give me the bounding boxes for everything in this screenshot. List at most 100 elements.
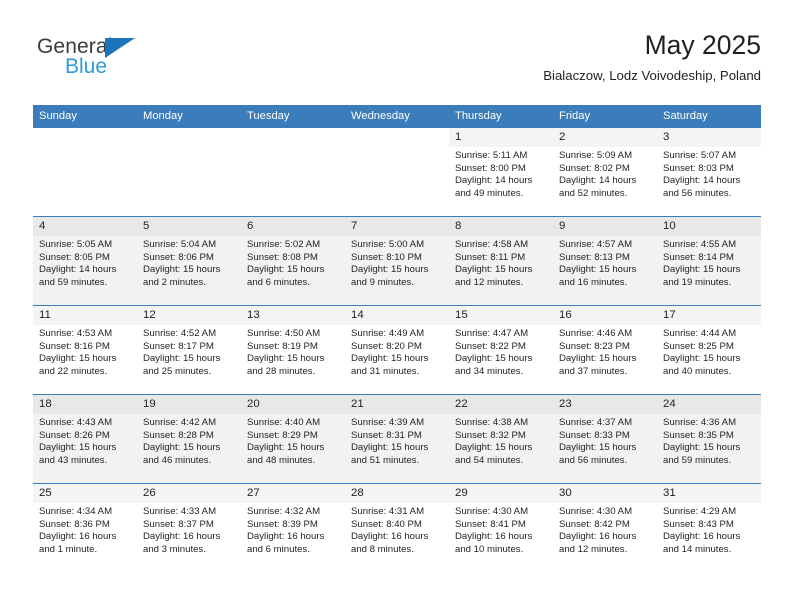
calendar-day-cell[interactable]: 2 Sunrise: 5:09 AM Sunset: 8:02 PM Daylight… xyxy=(553,128,657,216)
calendar-day-cell[interactable]: 26 Sunrise: 4:33 AM Sunset: 8:37 PM Dayligh… xyxy=(137,484,241,572)
day-sun-info xyxy=(345,147,449,150)
day-number: 19 xyxy=(137,395,241,414)
daylight-text: Daylight: 15 hours xyxy=(351,442,429,454)
sunrise-text: Sunrise: 5:00 AM xyxy=(351,239,425,250)
calendar-day-cell[interactable]: 16 Sunrise: 4:46 AM Sunset: 8:23 PM Dayligh… xyxy=(553,306,657,394)
sunrise-text: Sunrise: 4:39 AM xyxy=(351,417,425,428)
weekday-header-friday: Friday xyxy=(559,110,591,122)
day-number: 26 xyxy=(137,484,241,503)
sunrise-text: Sunrise: 4:44 AM xyxy=(663,328,737,339)
calendar-day-cell[interactable]: 7 Sunrise: 5:00 AM Sunset: 8:10 PM Daylight… xyxy=(345,217,449,305)
calendar-day-cell[interactable]: 31 Sunrise: 4:29 AM Sunset: 8:43 PM Dayligh… xyxy=(657,484,761,572)
day-sun-info: Sunrise: 4:34 AM Sunset: 8:36 PM Daylight:… xyxy=(33,503,137,556)
daylight-text: and 56 minutes. xyxy=(559,454,628,466)
calendar-day-cell[interactable]: 13 Sunrise: 4:50 AM Sunset: 8:19 PM Dayligh… xyxy=(241,306,345,394)
day-number: 21 xyxy=(345,395,449,414)
day-number: 18 xyxy=(33,395,137,414)
day-sun-info: Sunrise: 5:05 AM Sunset: 8:05 PM Daylight:… xyxy=(33,236,137,289)
daylight-text: Daylight: 15 hours xyxy=(143,264,221,276)
page-header: General Blue May 2025 Bialaczow, Lodz Vo… xyxy=(33,28,761,96)
day-sun-info: Sunrise: 4:46 AM Sunset: 8:23 PM Daylight:… xyxy=(553,325,657,378)
weeks-container: 1 Sunrise: 5:11 AM Sunset: 8:00 PM Daylight… xyxy=(33,127,761,572)
daylight-text: Daylight: 14 hours xyxy=(559,175,637,187)
sunset-text: Sunset: 8:40 PM xyxy=(351,518,422,530)
calendar-day-cell[interactable]: 20 Sunrise: 4:40 AM Sunset: 8:29 PM Dayligh… xyxy=(241,395,345,483)
day-number: 11 xyxy=(33,306,137,325)
calendar-day-cell[interactable]: 18 Sunrise: 4:43 AM Sunset: 8:26 PM Dayligh… xyxy=(33,395,137,483)
calendar-week-row: 1 Sunrise: 5:11 AM Sunset: 8:00 PM Daylight… xyxy=(33,127,761,216)
calendar-day-cell[interactable]: 12 Sunrise: 4:52 AM Sunset: 8:17 PM Dayligh… xyxy=(137,306,241,394)
calendar-day-cell[interactable]: 27 Sunrise: 4:32 AM Sunset: 8:39 PM Dayligh… xyxy=(241,484,345,572)
daylight-text: Daylight: 15 hours xyxy=(39,442,117,454)
sunset-text: Sunset: 8:02 PM xyxy=(559,162,630,174)
sunrise-text: Sunrise: 4:34 AM xyxy=(39,506,113,517)
day-number: 20 xyxy=(241,395,345,414)
sunrise-text: Sunrise: 5:07 AM xyxy=(663,150,737,161)
sunrise-text: Sunrise: 4:50 AM xyxy=(247,328,321,339)
calendar-week-row: 11 Sunrise: 4:53 AM Sunset: 8:16 PM Dayligh… xyxy=(33,305,761,394)
calendar-day-cell[interactable]: 17 Sunrise: 4:44 AM Sunset: 8:25 PM Dayligh… xyxy=(657,306,761,394)
daylight-text: and 12 minutes. xyxy=(455,276,524,288)
calendar-day-cell[interactable]: 22 Sunrise: 4:38 AM Sunset: 8:32 PM Dayligh… xyxy=(449,395,553,483)
daylight-text: and 16 minutes. xyxy=(559,276,628,288)
calendar-day-cell[interactable]: 9 Sunrise: 4:57 AM Sunset: 8:13 PM Daylight… xyxy=(553,217,657,305)
daylight-text: Daylight: 15 hours xyxy=(559,264,637,276)
day-number: 9 xyxy=(553,217,657,236)
calendar-day-cell[interactable]: 24 Sunrise: 4:36 AM Sunset: 8:35 PM Dayligh… xyxy=(657,395,761,483)
weekday-header-row: Sunday Monday Tuesday Wednesday Thursday Frid… xyxy=(33,105,761,127)
sunset-text: Sunset: 8:13 PM xyxy=(559,251,630,263)
sunset-text: Sunset: 8:26 PM xyxy=(39,429,110,441)
sunset-text: Sunset: 8:37 PM xyxy=(143,518,214,530)
daylight-text: and 3 minutes. xyxy=(143,543,206,555)
weekday-header-monday: Monday xyxy=(143,110,183,122)
generalblue-logo[interactable]: General Blue xyxy=(37,36,167,88)
calendar-day-cell[interactable]: 30 Sunrise: 4:30 AM Sunset: 8:42 PM Dayligh… xyxy=(553,484,657,572)
daylight-text: Daylight: 16 hours xyxy=(39,531,117,543)
sunrise-text: Sunrise: 4:38 AM xyxy=(455,417,529,428)
calendar-day-cell[interactable]: 5 Sunrise: 5:04 AM Sunset: 8:06 PM Daylight… xyxy=(137,217,241,305)
calendar-day-cell[interactable]: 6 Sunrise: 5:02 AM Sunset: 8:08 PM Daylight… xyxy=(241,217,345,305)
calendar-day-cell[interactable]: 29 Sunrise: 4:30 AM Sunset: 8:41 PM Dayligh… xyxy=(449,484,553,572)
calendar-day-cell[interactable]: 25 Sunrise: 4:34 AM Sunset: 8:36 PM Dayligh… xyxy=(33,484,137,572)
sunrise-text: Sunrise: 5:11 AM xyxy=(455,150,528,161)
daylight-text: and 1 minute. xyxy=(39,543,98,555)
calendar-day-cell[interactable]: 10 Sunrise: 4:55 AM Sunset: 8:14 PM Dayligh… xyxy=(657,217,761,305)
day-sun-info: Sunrise: 4:30 AM Sunset: 8:41 PM Daylight:… xyxy=(449,503,553,556)
calendar-day-cell[interactable]: 21 Sunrise: 4:39 AM Sunset: 8:31 PM Dayligh… xyxy=(345,395,449,483)
sunset-text: Sunset: 8:35 PM xyxy=(663,429,734,441)
calendar-day-cell[interactable]: 15 Sunrise: 4:47 AM Sunset: 8:22 PM Dayligh… xyxy=(449,306,553,394)
daylight-text: Daylight: 15 hours xyxy=(247,442,325,454)
daylight-text: Daylight: 15 hours xyxy=(663,353,741,365)
day-number: 7 xyxy=(345,217,449,236)
day-sun-info: Sunrise: 4:50 AM Sunset: 8:19 PM Daylight:… xyxy=(241,325,345,378)
daylight-text: Daylight: 14 hours xyxy=(663,175,741,187)
calendar-week-row: 18 Sunrise: 4:43 AM Sunset: 8:26 PM Dayligh… xyxy=(33,394,761,483)
day-sun-info: Sunrise: 4:52 AM Sunset: 8:17 PM Daylight:… xyxy=(137,325,241,378)
calendar-day-cell[interactable]: 1 Sunrise: 5:11 AM Sunset: 8:00 PM Daylight… xyxy=(449,128,553,216)
calendar-day-cell[interactable]: 14 Sunrise: 4:49 AM Sunset: 8:20 PM Dayligh… xyxy=(345,306,449,394)
calendar-day-cell[interactable]: 11 Sunrise: 4:53 AM Sunset: 8:16 PM Dayligh… xyxy=(33,306,137,394)
calendar-day-cell[interactable]: 8 Sunrise: 4:58 AM Sunset: 8:11 PM Daylight… xyxy=(449,217,553,305)
daylight-text: and 49 minutes. xyxy=(455,187,524,199)
daylight-text: and 25 minutes. xyxy=(143,365,212,377)
day-number: 25 xyxy=(33,484,137,503)
calendar-day-cell[interactable]: 4 Sunrise: 5:05 AM Sunset: 8:05 PM Daylight… xyxy=(33,217,137,305)
day-number: 22 xyxy=(449,395,553,414)
day-number: 17 xyxy=(657,306,761,325)
daylight-text: Daylight: 14 hours xyxy=(39,264,117,276)
calendar-day-cell[interactable]: 19 Sunrise: 4:42 AM Sunset: 8:28 PM Dayligh… xyxy=(137,395,241,483)
calendar-day-cell[interactable]: 23 Sunrise: 4:37 AM Sunset: 8:33 PM Dayligh… xyxy=(553,395,657,483)
daylight-text: and 51 minutes. xyxy=(351,454,420,466)
daylight-text: Daylight: 15 hours xyxy=(351,264,429,276)
day-number: 10 xyxy=(657,217,761,236)
daylight-text: and 6 minutes. xyxy=(247,276,310,288)
sunrise-text: Sunrise: 4:58 AM xyxy=(455,239,529,250)
sunrise-text: Sunrise: 4:43 AM xyxy=(39,417,113,428)
calendar-day-cell[interactable]: 28 Sunrise: 4:31 AM Sunset: 8:40 PM Dayligh… xyxy=(345,484,449,572)
sunset-text: Sunset: 8:19 PM xyxy=(247,340,318,352)
day-sun-info: Sunrise: 4:49 AM Sunset: 8:20 PM Daylight:… xyxy=(345,325,449,378)
calendar-day-cell[interactable]: 3 Sunrise: 5:07 AM Sunset: 8:03 PM Daylight… xyxy=(657,128,761,216)
sunset-text: Sunset: 8:17 PM xyxy=(143,340,214,352)
day-number: 3 xyxy=(657,128,761,147)
sunrise-text: Sunrise: 4:49 AM xyxy=(351,328,425,339)
